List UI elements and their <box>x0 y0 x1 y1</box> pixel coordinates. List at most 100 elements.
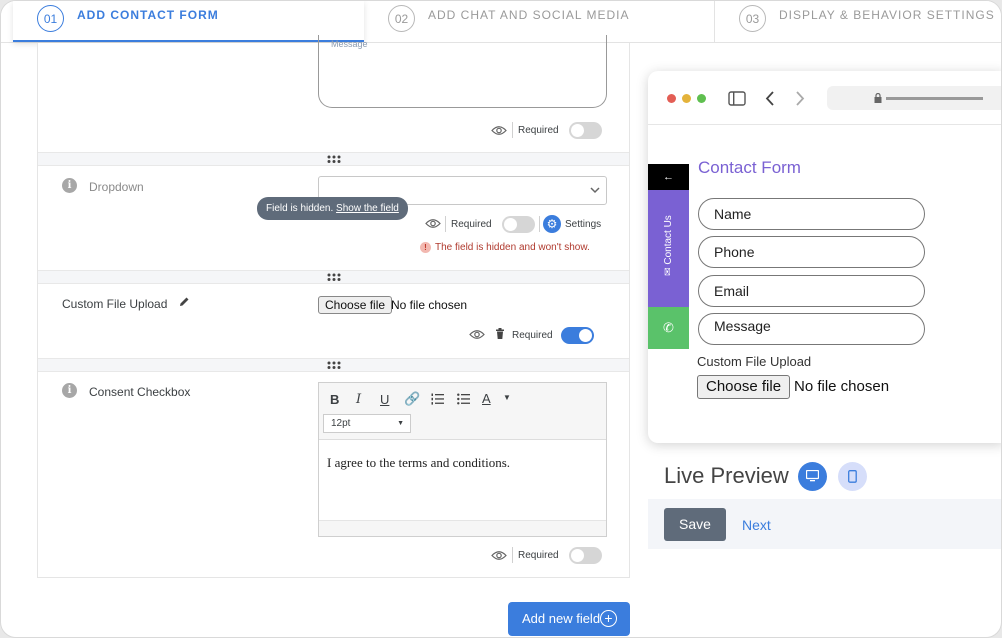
contact-form-title: Contact Form <box>698 158 801 177</box>
font-size-select[interactable]: 12pt ▼ <box>323 414 411 433</box>
step-display-behavior[interactable]: 03 DISPLAY & BEHAVIOR SETTINGS <box>739 1 995 43</box>
consent-field-row: i Consent Checkbox B I U 🔗 A ▼ 12pt ▼ I … <box>38 372 629 578</box>
consent-field-label: Consent Checkbox <box>89 385 191 399</box>
underline-button[interactable]: U <box>380 392 389 407</box>
bold-button[interactable]: B <box>330 392 339 407</box>
message-textarea[interactable]: Message <box>318 35 607 108</box>
link-icon[interactable]: 🔗 <box>404 391 420 407</box>
mobile-icon[interactable] <box>838 462 867 491</box>
live-preview-label: Live Preview <box>664 463 789 488</box>
phone-input[interactable]: Phone <box>698 236 925 268</box>
step-label: DISPLAY & BEHAVIOR SETTINGS <box>779 8 995 22</box>
email-input[interactable]: Email <box>698 275 925 307</box>
eye-hidden-icon[interactable] <box>425 218 441 229</box>
minimize-dot <box>682 94 691 103</box>
unordered-list-icon[interactable] <box>457 393 470 405</box>
separator <box>512 547 513 563</box>
required-label: Required <box>518 550 559 561</box>
form-fields-panel: Message Required i Dropdown Field is hid… <box>37 35 630 578</box>
preview-choose-file-button[interactable]: Choose file <box>697 375 791 399</box>
required-toggle[interactable] <box>569 122 602 139</box>
info-icon: i <box>62 383 77 398</box>
required-toggle[interactable] <box>569 547 602 564</box>
preview-no-file-text: No file chosen <box>794 378 890 395</box>
chevron-down-icon <box>590 187 600 194</box>
address-bar <box>827 86 1001 110</box>
chevron-left-icon <box>765 91 774 106</box>
drag-handle-icon[interactable] <box>38 358 629 372</box>
settings-label[interactable]: Settings <box>565 219 601 230</box>
italic-button[interactable]: I <box>356 392 361 407</box>
required-toggle[interactable] <box>502 216 535 233</box>
choose-file-button[interactable]: Choose file <box>318 296 393 314</box>
close-dot <box>667 94 676 103</box>
sidebar-icon <box>728 91 746 106</box>
hidden-warning-text: The field is hidden and won't show. <box>435 242 590 253</box>
lock-icon <box>874 93 882 103</box>
consent-text: I agree to the terms and conditions. <box>327 455 511 470</box>
add-new-field-label: Add new field <box>522 611 601 626</box>
maximize-dot <box>697 94 706 103</box>
ordered-list-icon[interactable] <box>431 393 444 405</box>
chevron-right-icon <box>796 91 805 106</box>
file-upload-field-row: Custom File Upload Choose file No file c… <box>38 284 629 358</box>
step-add-contact-form[interactable]: 01 ADD CONTACT FORM <box>13 1 364 42</box>
eye-icon[interactable] <box>491 550 507 561</box>
warning-icon: ! <box>420 242 431 253</box>
required-label: Required <box>451 219 492 230</box>
info-icon: i <box>62 178 77 193</box>
contact-us-label: Contact Us <box>663 215 674 265</box>
message-placeholder: Message <box>331 39 368 49</box>
contact-us-tab[interactable]: ✉ Contact Us <box>648 190 689 307</box>
live-preview-controls: Live Preview Save Next <box>648 457 1001 549</box>
resize-handle[interactable] <box>319 520 606 536</box>
step-label: ADD CHAT AND SOCIAL MEDIA <box>428 8 630 22</box>
add-new-field-button[interactable]: Add new field + <box>508 602 630 636</box>
eye-icon[interactable] <box>491 125 507 136</box>
file-upload-field-label: Custom File Upload <box>62 297 168 311</box>
no-file-chosen-text: No file chosen <box>391 298 468 312</box>
dropdown-field-label: Dropdown <box>89 180 144 194</box>
tooltip-text: Field is hidden. <box>266 203 334 214</box>
drag-handle-icon[interactable] <box>38 152 629 166</box>
desktop-icon[interactable] <box>798 462 827 491</box>
drag-handle-icon[interactable] <box>38 270 629 284</box>
step-label: ADD CONTACT FORM <box>77 8 219 22</box>
text-color-button[interactable]: A <box>482 391 491 406</box>
separator <box>539 216 540 232</box>
live-preview-window: ← ✉ Contact Us ✆ Contact Form Name Phone… <box>648 71 1001 443</box>
app-window: 01 ADD CONTACT FORM 02 ADD CHAT AND SOCI… <box>0 0 1002 638</box>
required-toggle[interactable] <box>561 327 594 344</box>
trash-icon[interactable] <box>495 328 505 339</box>
message-field-row: Message Required <box>38 35 629 152</box>
step-number: 01 <box>37 5 64 32</box>
plus-circle-icon: + <box>600 610 617 627</box>
step-number: 02 <box>388 5 415 32</box>
browser-chrome <box>648 71 1001 125</box>
pencil-icon[interactable] <box>179 296 190 307</box>
save-button[interactable]: Save <box>664 508 726 541</box>
dropdown-field-row: i Dropdown Field is hidden. Show the fie… <box>38 166 629 270</box>
font-size-value: 12pt <box>331 418 351 429</box>
side-tab: ← ✉ Contact Us ✆ <box>648 164 689 349</box>
next-button[interactable]: Next <box>742 517 771 533</box>
mail-icon: ✉ <box>663 267 674 276</box>
hidden-field-tooltip: Field is hidden. Show the field <box>257 197 408 220</box>
file-upload-label: Custom File Upload <box>697 354 812 369</box>
eye-icon[interactable] <box>469 329 485 340</box>
separator <box>512 122 513 138</box>
separator <box>445 216 446 232</box>
rich-text-editor: B I U 🔗 A ▼ 12pt ▼ I agree to the terms … <box>318 382 607 537</box>
required-label: Required <box>518 125 559 136</box>
caret-down-icon[interactable]: ▼ <box>503 393 511 402</box>
message-input[interactable]: Message <box>698 313 925 345</box>
whatsapp-icon[interactable]: ✆ <box>648 307 689 349</box>
gear-icon[interactable]: ⚙ <box>543 215 561 233</box>
required-label: Required <box>512 330 553 341</box>
name-input[interactable]: Name <box>698 198 925 230</box>
address-placeholder <box>886 97 983 100</box>
contact-us-label-wrap: ✉ Contact Us <box>663 187 674 304</box>
editor-toolbar: B I U 🔗 A ▼ 12pt ▼ <box>319 383 606 440</box>
step-number: 03 <box>739 5 766 32</box>
show-field-link[interactable]: Show the field <box>336 203 399 214</box>
